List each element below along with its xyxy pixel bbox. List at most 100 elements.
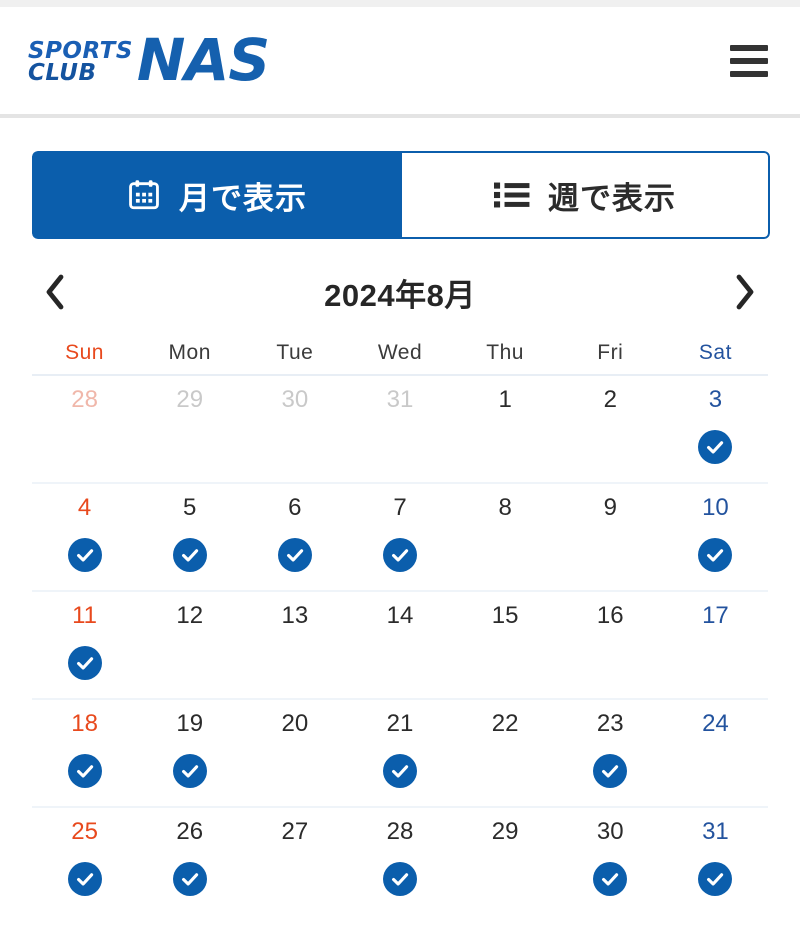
check-circle-icon[interactable]: [698, 862, 733, 896]
calendar-day-number: 30: [281, 386, 309, 413]
brand-club-text: CLUB: [28, 60, 97, 86]
calendar-day-cell[interactable]: 4: [32, 484, 137, 590]
calendar-day-number: 28: [71, 386, 98, 413]
check-circle-icon[interactable]: [172, 862, 207, 896]
calendar-weeks: 28 29 30 31 1 2 3 4 5 6 7 8 9 10 11 12 13 14 15 16 17 18 19 20 2…: [32, 376, 768, 916]
calendar-day-cell[interactable]: 26: [137, 808, 242, 916]
page-root: SPORTS CLUB NAS 月で表示 週で表示 2024年8月 Sun Mo…: [0, 0, 800, 933]
check-circle-icon[interactable]: [67, 754, 102, 788]
calendar-day-cell[interactable]: 18: [32, 700, 137, 806]
calendar-day-cell[interactable]: 20: [242, 700, 347, 806]
calendar-day-cell[interactable]: 28: [32, 376, 137, 482]
calendar-day-cell[interactable]: 12: [137, 592, 242, 698]
site-header: SPORTS CLUB NAS: [0, 7, 800, 118]
calendar-day-cell[interactable]: 17: [663, 592, 768, 698]
calendar-day-cell[interactable]: 22: [453, 700, 558, 806]
calendar-day-cell[interactable]: 10: [663, 484, 768, 590]
check-circle-icon[interactable]: [172, 754, 207, 788]
calendar-day-number: 5: [183, 494, 197, 521]
calendar-grid: Sun Mon Tue Wed Thu Fri Sat 28 29 30 31 1 2 3 4 5 6 7 8 9 1…: [32, 341, 768, 916]
weekday-header-tue: Tue: [276, 341, 314, 364]
calendar-day-cell[interactable]: 21: [347, 700, 452, 806]
calendar-day-cell[interactable]: 28: [347, 808, 452, 916]
calendar-day-cell[interactable]: 31: [347, 376, 452, 482]
calendar-day-cell[interactable]: 27: [242, 808, 347, 916]
calendar-day-number: 1: [498, 386, 512, 413]
calendar-day-number: 16: [596, 602, 624, 629]
calendar-day-cell[interactable]: 19: [137, 700, 242, 806]
check-circle-icon[interactable]: [67, 538, 102, 572]
calendar-day-number: 17: [702, 602, 729, 629]
calendar-day-cell[interactable]: 14: [347, 592, 452, 698]
tab-month-view-label: 月で表示: [179, 180, 307, 216]
view-mode-tabs: 月で表示 週で表示: [32, 151, 770, 239]
check-circle-icon[interactable]: [382, 538, 417, 572]
calendar-day-cell[interactable]: 11: [32, 592, 137, 698]
calendar-week-row: 25 26 27 28 29 30 31: [32, 808, 768, 916]
tab-week-view[interactable]: 週で表示: [400, 151, 770, 239]
check-circle-icon[interactable]: [172, 538, 207, 572]
list-icon: [494, 180, 530, 210]
calendar-day-cell[interactable]: 24: [663, 700, 768, 806]
calendar-day-cell[interactable]: 30: [558, 808, 663, 916]
calendar-day-number: 31: [386, 386, 414, 413]
hamburger-menu-icon[interactable]: [730, 41, 774, 81]
weekday-header-fri: Fri: [597, 341, 624, 364]
calendar-day-cell[interactable]: 31: [663, 808, 768, 916]
calendar-day-number: 25: [71, 818, 98, 845]
calendar-day-cell[interactable]: 9: [558, 484, 663, 590]
calendar-week-row: 28 29 30 31 1 2 3: [32, 376, 768, 484]
calendar-day-number: 27: [281, 818, 309, 845]
check-circle-icon[interactable]: [67, 646, 102, 680]
calendar-day-number: 23: [596, 710, 624, 737]
calendar-day-number: 28: [386, 818, 414, 845]
calendar-day-number: 6: [288, 494, 302, 521]
weekday-header-wed: Wed: [377, 341, 423, 364]
month-navigation: 2024年8月: [28, 261, 772, 323]
weekday-header-thu: Thu: [486, 341, 524, 364]
check-circle-icon[interactable]: [67, 862, 102, 896]
calendar-day-number: 2: [603, 386, 617, 413]
tab-month-view[interactable]: 月で表示: [32, 151, 400, 239]
check-circle-icon[interactable]: [593, 862, 628, 896]
calendar-day-number: 10: [702, 494, 729, 521]
tab-week-view-label: 週で表示: [548, 180, 676, 216]
calendar-day-cell[interactable]: 5: [137, 484, 242, 590]
calendar-day-cell[interactable]: 25: [32, 808, 137, 916]
check-circle-icon[interactable]: [698, 430, 733, 464]
calendar-day-number: 3: [708, 386, 723, 413]
calendar-day-cell[interactable]: 15: [453, 592, 558, 698]
check-circle-icon[interactable]: [277, 538, 312, 572]
calendar-day-cell[interactable]: 6: [242, 484, 347, 590]
weekday-header-row: Sun Mon Tue Wed Thu Fri Sat: [32, 341, 768, 376]
check-circle-icon[interactable]: [593, 754, 628, 788]
brand-wordmark-stack: SPORTS CLUB: [28, 37, 133, 84]
calendar-day-cell[interactable]: 16: [558, 592, 663, 698]
chevron-left-icon[interactable]: [28, 265, 82, 319]
calendar-day-cell[interactable]: 29: [453, 808, 558, 916]
calendar-day-number: 14: [386, 602, 414, 629]
check-circle-icon[interactable]: [698, 538, 733, 572]
calendar-day-number: 18: [71, 710, 98, 737]
brand-logo[interactable]: SPORTS CLUB NAS: [28, 25, 270, 94]
calendar-day-cell[interactable]: 30: [242, 376, 347, 482]
brand-nas-text: NAS: [136, 25, 270, 94]
calendar-day-cell[interactable]: 1: [453, 376, 558, 482]
calendar-day-number: 29: [491, 818, 519, 845]
calendar-day-cell[interactable]: 13: [242, 592, 347, 698]
calendar-day-number: 29: [176, 386, 204, 413]
calendar-day-cell[interactable]: 7: [347, 484, 452, 590]
calendar-day-cell[interactable]: 23: [558, 700, 663, 806]
calendar-day-number: 26: [176, 818, 204, 845]
calendar-day-cell[interactable]: 29: [137, 376, 242, 482]
check-circle-icon[interactable]: [382, 754, 417, 788]
chevron-right-icon[interactable]: [718, 265, 772, 319]
check-circle-icon[interactable]: [382, 862, 417, 896]
top-strip: [0, 0, 800, 7]
calendar-day-number: 31: [702, 818, 729, 845]
calendar-day-cell[interactable]: 3: [663, 376, 768, 482]
calendar-day-cell[interactable]: 8: [453, 484, 558, 590]
calendar-day-number: 30: [596, 818, 624, 845]
calendar-day-cell[interactable]: 2: [558, 376, 663, 482]
hamburger-bar-1: [730, 44, 768, 51]
